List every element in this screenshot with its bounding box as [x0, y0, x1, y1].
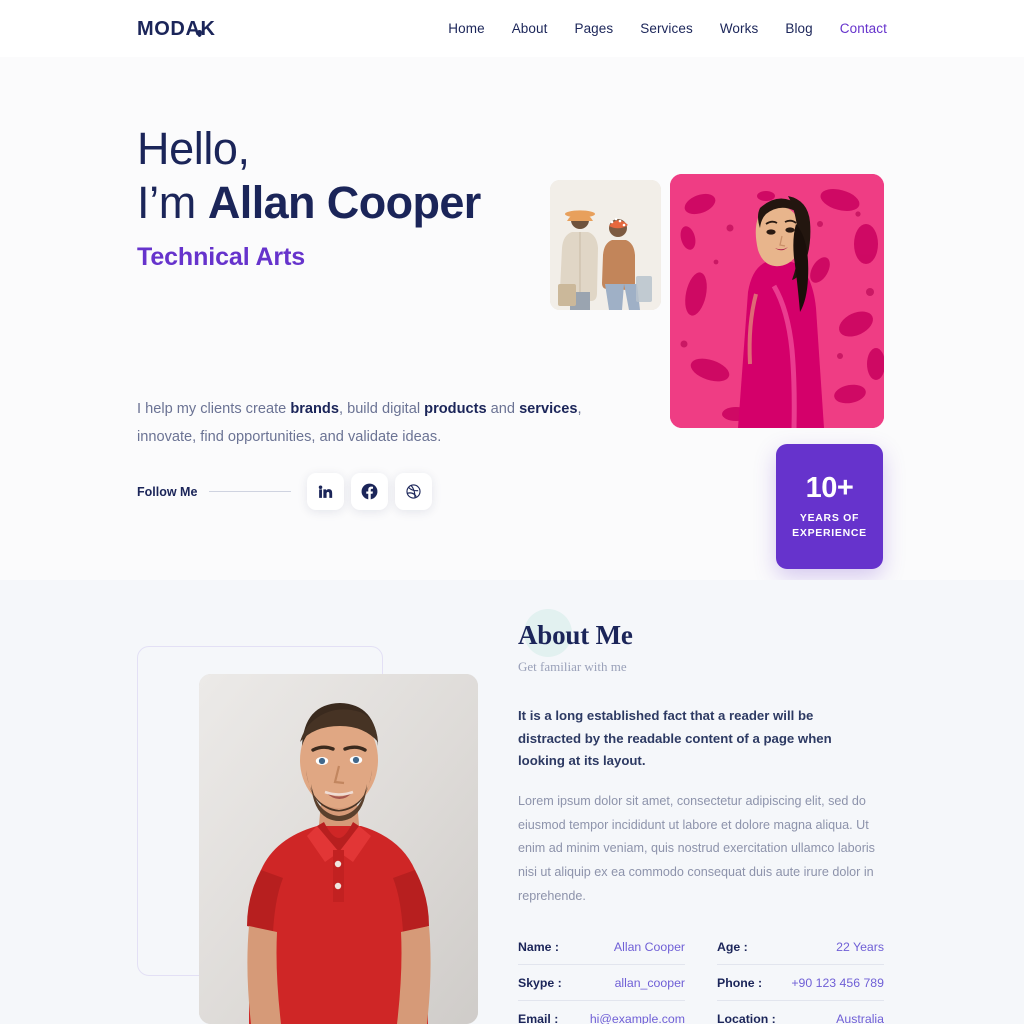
info-value[interactable]: 22 Years — [836, 940, 884, 954]
hero-description: I help my clients create brands, build d… — [137, 395, 617, 451]
info-key: Name : — [518, 940, 560, 955]
about-photo-image — [199, 674, 478, 1024]
experience-line1: YEARS OF — [799, 512, 860, 524]
about-section: About Me Get familiar with me It is a lo… — [0, 580, 1024, 1024]
info-row: Phone : +90 123 456 789 — [717, 965, 884, 1002]
experience-line2: EXPERIENCE — [792, 527, 867, 539]
info-value[interactable]: Australia — [836, 1012, 884, 1024]
experience-badge: 10+ YEARS OF EXPERIENCE — [776, 444, 883, 569]
hero-photo-small-image — [550, 180, 661, 310]
info-key: Skype : — [518, 976, 562, 991]
hero-description-part: and — [486, 401, 520, 417]
experience-number: 10+ — [805, 472, 854, 504]
dribbble-icon — [406, 484, 422, 499]
info-row: Age : 22 Years — [717, 929, 884, 966]
info-key: Phone : — [717, 976, 763, 991]
page-root: MODAK Home About Pages Services Works Blog Con… — [0, 0, 1024, 1024]
info-value[interactable]: hi@example.com — [590, 1012, 685, 1024]
info-value[interactable]: Allan Cooper — [614, 940, 685, 954]
nav-item-works[interactable]: Works — [720, 21, 759, 36]
info-value[interactable]: allan_cooper — [615, 976, 685, 990]
info-row: Name : Allan Cooper — [518, 929, 685, 966]
hero-text-block: Hello, I’m Allan Cooper Technical Arts — [137, 123, 617, 272]
nav-item-blog[interactable]: Blog — [785, 21, 812, 36]
hero-photo-large-image — [670, 174, 884, 428]
main-nav: Home About Pages Services Works Blog Contact — [448, 21, 887, 36]
about-photo — [199, 674, 478, 1024]
hero-greeting: Hello, — [137, 123, 250, 174]
nav-item-about[interactable]: About — [512, 21, 548, 36]
hero-name: Allan Cooper — [207, 177, 481, 229]
facebook-button[interactable] — [351, 473, 389, 510]
nav-item-services[interactable]: Services — [640, 21, 693, 36]
info-row: Location : Australia — [717, 1001, 884, 1024]
linkedin-button[interactable] — [307, 473, 345, 510]
hero-photo-small — [550, 180, 661, 310]
about-body-text: Lorem ipsum dolor sit amet, consectetur … — [518, 794, 875, 903]
facebook-icon — [361, 483, 378, 500]
social-links — [307, 473, 433, 510]
linkedin-icon — [319, 485, 333, 498]
info-key: Age : — [717, 940, 748, 955]
nav-item-contact[interactable]: Contact — [840, 21, 887, 36]
hero-description-part: brands — [290, 401, 339, 417]
hero-photo-large — [670, 174, 884, 428]
logo-text: MODAK — [137, 17, 216, 40]
hero-name-line: I’m Allan Cooper — [137, 177, 617, 229]
info-key: Location : — [717, 1012, 776, 1024]
about-heading-wrap: About Me Get familiar with me — [518, 580, 884, 675]
hero-section: Hello, I’m Allan Cooper Technical Arts I… — [0, 57, 1024, 580]
info-key: Email : — [518, 1012, 559, 1024]
hero-name-prefix: I’m — [137, 177, 208, 229]
hero-description-part: services — [519, 401, 578, 417]
hero-description-part: I help my clients create — [137, 401, 291, 417]
about-content: About Me Get familiar with me It is a lo… — [518, 580, 884, 1024]
about-info-table: Name : Allan Cooper Age : 22 Years Skype : al… — [518, 929, 884, 1024]
follow-me-label: Follow Me — [137, 484, 198, 499]
info-row: Skype : allan_cooper — [518, 965, 685, 1002]
about-lead-text: It is a long established fact that a rea… — [518, 708, 832, 769]
about-subtitle: Get familiar with me — [518, 659, 627, 674]
logo-droplet-icon — [197, 29, 202, 37]
about-title: About Me — [518, 620, 633, 650]
hero-role: Technical Arts — [137, 243, 306, 272]
nav-item-home[interactable]: Home — [448, 21, 484, 36]
site-header: MODAK Home About Pages Services Works Blog Con… — [0, 0, 1024, 57]
logo[interactable]: MODAK — [137, 19, 216, 39]
hero-description-part: , build digital — [338, 401, 425, 417]
dribbble-button[interactable] — [395, 473, 433, 510]
follow-me-row: Follow Me — [137, 473, 433, 510]
nav-item-pages[interactable]: Pages — [574, 21, 613, 36]
info-value[interactable]: +90 123 456 789 — [791, 976, 884, 990]
follow-divider — [209, 491, 292, 492]
info-row: Email : hi@example.com — [518, 1001, 685, 1024]
hero-description-part: products — [424, 401, 487, 417]
